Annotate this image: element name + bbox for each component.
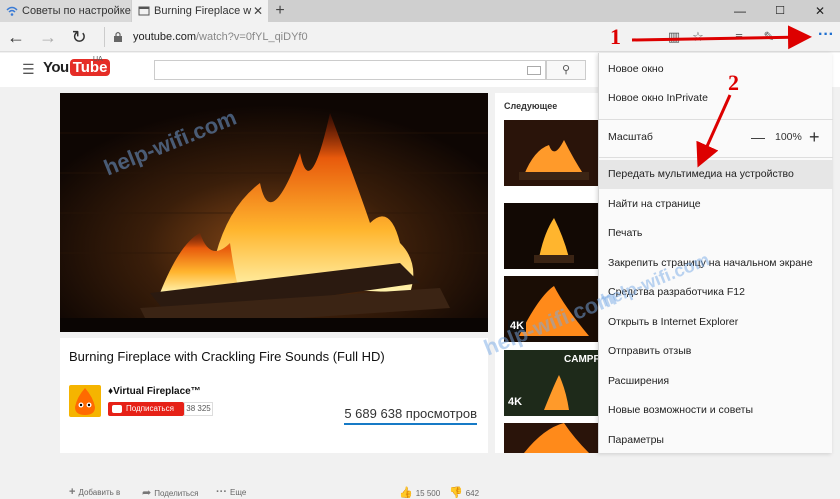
annotation-arrow-2 [696,94,732,168]
annotation-arrow-1 [631,25,812,50]
add-to-button[interactable]: + Добавить в [69,486,120,498]
share-button[interactable]: ➦ Поделиться [142,486,198,499]
like-count: 15 500 [415,489,441,498]
share-label: Поделиться [154,489,199,498]
more-label: Еще [230,488,247,497]
share-arrow-icon: ➦ [142,487,152,499]
annotation-step-1: 1 [610,24,621,49]
plus-icon: + [69,486,76,498]
dots-icon: ··· [216,486,227,498]
like-button[interactable]: 👍 15 500 [399,486,440,499]
thumbs-down-icon: 👎 [449,487,463,499]
annotation-step-2: 2 [728,70,739,95]
dislike-button[interactable]: 👎 642 [449,486,479,499]
dislike-count: 642 [465,489,480,498]
thumbs-up-icon: 👍 [399,487,413,499]
annotation-arrows [631,25,812,168]
more-button[interactable]: ··· Еще [216,486,246,498]
add-to-label: Добавить в [78,488,121,497]
